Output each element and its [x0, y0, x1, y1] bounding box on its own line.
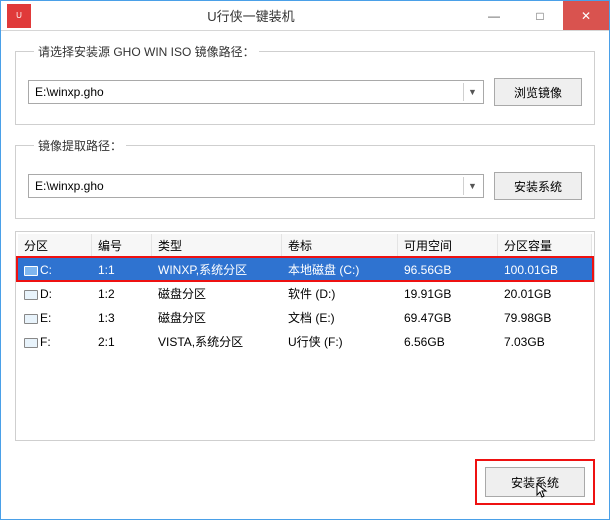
partition-table: 分区 编号 类型 卷标 可用空间 分区容量 C: 1:1WINXP,系统分区本地磁…: [15, 231, 595, 441]
cell-num: 1:3: [92, 306, 152, 330]
group-target: 镜像提取路径： E:\winxp.gho ▼ 安装系统: [15, 137, 595, 219]
chevron-down-icon: ▼: [463, 177, 481, 195]
cell-size: 7.03GB: [498, 330, 592, 354]
cell-type: 磁盘分区: [152, 306, 282, 330]
chevron-down-icon: ▼: [463, 83, 481, 101]
group-target-legend: 镜像提取路径：: [34, 137, 126, 154]
cell-part-text: F:: [40, 335, 51, 349]
group-source-legend: 请选择安装源 GHO WIN ISO 镜像路径：: [34, 43, 259, 60]
cell-type: VISTA,系统分区: [152, 330, 282, 354]
drive-icon: [24, 338, 38, 348]
drive-icon: [24, 314, 38, 324]
close-button[interactable]: ✕: [563, 1, 609, 30]
source-path-value: E:\winxp.gho: [35, 85, 104, 99]
cell-label: 软件 (D:): [282, 282, 398, 306]
cell-size: 79.98GB: [498, 306, 592, 330]
table-row[interactable]: D: 1:2磁盘分区软件 (D:)19.91GB20.01GB: [18, 282, 592, 306]
cell-free: 69.47GB: [398, 306, 498, 330]
cell-num: 1:1: [92, 258, 152, 282]
row-source: E:\winxp.gho ▼ 浏览镜像: [28, 78, 582, 106]
th-size[interactable]: 分区容量: [498, 234, 592, 257]
cell-part: D:: [18, 282, 92, 306]
cell-size: 100.01GB: [498, 258, 592, 282]
th-free[interactable]: 可用空间: [398, 234, 498, 257]
cell-free: 19.91GB: [398, 282, 498, 306]
table-row[interactable]: E: 1:3磁盘分区文档 (E:)69.47GB79.98GB: [18, 306, 592, 330]
client-area: 请选择安装源 GHO WIN ISO 镜像路径： E:\winxp.gho ▼ …: [1, 31, 609, 519]
maximize-button[interactable]: □: [517, 1, 563, 30]
group-source: 请选择安装源 GHO WIN ISO 镜像路径： E:\winxp.gho ▼ …: [15, 43, 595, 125]
app-icon: U: [7, 4, 31, 28]
source-path-combo[interactable]: E:\winxp.gho ▼: [28, 80, 484, 104]
cell-num: 2:1: [92, 330, 152, 354]
cell-type: 磁盘分区: [152, 282, 282, 306]
cell-part-text: E:: [40, 311, 51, 325]
table-header: 分区 编号 类型 卷标 可用空间 分区容量: [18, 234, 592, 258]
row-target: E:\winxp.gho ▼ 安装系统: [28, 172, 582, 200]
table-row[interactable]: C: 1:1WINXP,系统分区本地磁盘 (C:)96.56GB100.01GB: [18, 258, 592, 282]
window-buttons: — □ ✕: [471, 1, 609, 30]
cell-part: F:: [18, 330, 92, 354]
th-partition[interactable]: 分区: [18, 234, 92, 257]
install-system-button-top[interactable]: 安装系统: [494, 172, 582, 200]
cell-part-text: C:: [40, 263, 52, 277]
install-system-button[interactable]: 安装系统: [485, 467, 585, 497]
titlebar: U U行侠一键装机 — □ ✕: [1, 1, 609, 31]
th-label[interactable]: 卷标: [282, 234, 398, 257]
drive-icon: [24, 290, 38, 300]
cell-part: C:: [18, 258, 92, 282]
target-path-combo[interactable]: E:\winxp.gho ▼: [28, 174, 484, 198]
cell-label: 本地磁盘 (C:): [282, 258, 398, 282]
cell-part-text: D:: [40, 287, 52, 301]
cell-free: 6.56GB: [398, 330, 498, 354]
th-type[interactable]: 类型: [152, 234, 282, 257]
footer: 安装系统: [15, 453, 595, 505]
target-path-value: E:\winxp.gho: [35, 179, 104, 193]
cell-num: 1:2: [92, 282, 152, 306]
table-body: C:1:1WINXP,系统分区本地磁盘 (C:)96.56GB100.01GBD…: [18, 258, 592, 354]
cell-label: 文档 (E:): [282, 306, 398, 330]
install-button-highlight-box: 安装系统: [475, 459, 595, 505]
cell-part: E:: [18, 306, 92, 330]
cell-size: 20.01GB: [498, 282, 592, 306]
window-title: U行侠一键装机: [31, 6, 471, 25]
app-window: U U行侠一键装机 — □ ✕ 请选择安装源 GHO WIN ISO 镜像路径：…: [0, 0, 610, 520]
cell-free: 96.56GB: [398, 258, 498, 282]
cell-type: WINXP,系统分区: [152, 258, 282, 282]
drive-icon: [24, 266, 38, 276]
minimize-button[interactable]: —: [471, 1, 517, 30]
browse-image-button[interactable]: 浏览镜像: [494, 78, 582, 106]
cell-label: U行侠 (F:): [282, 330, 398, 354]
table-row[interactable]: F: 2:1VISTA,系统分区U行侠 (F:)6.56GB7.03GB: [18, 330, 592, 354]
th-number[interactable]: 编号: [92, 234, 152, 257]
